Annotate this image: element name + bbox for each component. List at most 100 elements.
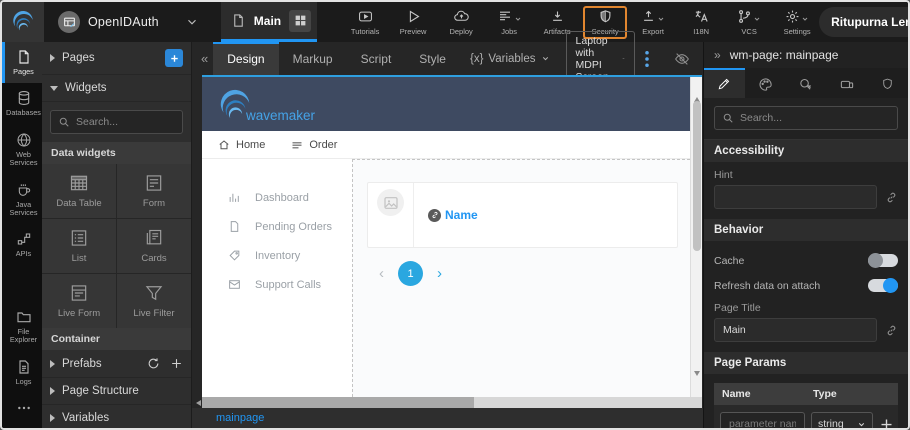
canvas-vertical-scrollbar[interactable] [690,77,702,397]
expand-panel-icon[interactable]: » [714,48,721,62]
vcs-button[interactable]: VCS [727,6,771,39]
accessibility-section-header[interactable]: Accessibility [704,140,908,162]
tutorials-button[interactable]: Tutorials [343,6,387,39]
bind-icon [428,209,441,222]
variables-dropdown[interactable]: {x} Variables [460,53,560,65]
tab-styles[interactable] [745,68,786,98]
chevron-down-icon [857,420,866,429]
chevron-down-icon [657,15,665,23]
chevron-right-icon [50,414,55,422]
refresh-data-toggle[interactable] [868,279,898,292]
tab-markup[interactable]: Markup [279,42,347,75]
widget-data-table[interactable]: Data Table [42,164,116,218]
tab-device[interactable] [826,68,867,98]
property-search[interactable] [714,106,898,130]
tab-script[interactable]: Script [347,42,406,75]
rail-item-file-explorer[interactable]: File Explorer [2,302,42,352]
param-name-input[interactable] [720,412,805,428]
active-page-name[interactable]: mainpage [216,412,264,424]
page-params-section-header[interactable]: Page Params [704,352,908,374]
scroll-up-icon[interactable] [694,80,700,102]
pages-accordion[interactable]: Pages [42,42,191,75]
page-structure-accordion[interactable]: Page Structure [42,378,191,405]
scrollbar-thumb[interactable] [693,101,701,251]
i18n-button[interactable]: I18N [679,6,723,39]
nav-order[interactable]: Order [291,139,337,151]
refresh-icon[interactable] [147,357,160,370]
rail-item-logs[interactable]: Logs [2,352,42,393]
chevron-right-icon [50,54,55,62]
menu-support-calls[interactable]: Support Calls [202,270,352,299]
widget-cards[interactable]: Cards [117,219,191,273]
add-prefab-icon[interactable] [170,357,183,370]
chevron-down-icon [514,15,522,23]
bind-property-icon[interactable] [885,191,898,204]
settings-button[interactable]: Settings [775,6,819,39]
jobs-button[interactable]: Jobs [487,6,531,39]
add-page-button[interactable] [165,49,183,67]
chevron-down-icon[interactable] [185,15,199,29]
widget-live-filter[interactable]: Live Filter [117,274,191,328]
widget-search-input[interactable] [76,116,175,128]
tab-events[interactable] [786,68,827,98]
more-options-icon[interactable] [635,51,659,67]
deploy-button[interactable]: Deploy [439,6,483,39]
rail-item-apis[interactable]: APIs [2,224,42,265]
chevron-down-icon [50,86,58,91]
bind-property-icon[interactable] [885,324,898,337]
list-item-card[interactable]: Name [367,182,678,248]
preview-button[interactable]: Preview [391,6,435,39]
menu-dashboard[interactable]: Dashboard [202,183,352,212]
widget-live-form[interactable]: Live Form [42,274,116,328]
hide-outline-icon[interactable] [667,51,697,67]
behavior-section-header[interactable]: Behavior [704,219,908,241]
page-tab-main[interactable]: Main [221,2,317,42]
widget-list[interactable]: List [42,219,116,273]
project-icon [58,11,80,33]
page-canvas[interactable]: wavemaker Home Order [202,75,702,397]
rail-item-databases[interactable]: Databases [2,83,42,124]
tab-style[interactable]: Style [405,42,460,75]
add-param-button[interactable] [879,417,894,429]
page-title-input[interactable] [714,318,877,342]
property-search-input[interactable] [740,112,890,124]
scroll-down-icon[interactable] [694,371,700,393]
nav-home[interactable]: Home [218,139,265,151]
widget-form[interactable]: Form [117,164,191,218]
widget-search[interactable] [50,110,183,134]
canvas-app-header[interactable]: wavemaker [202,77,690,131]
rail-item-web-services[interactable]: Web Services [2,125,42,175]
menu-inventory[interactable]: Inventory [202,241,352,270]
variables-x-icon: {x} [470,53,483,65]
previous-page-icon[interactable]: ‹ [379,265,384,282]
pages-grid-icon[interactable] [289,10,311,32]
chevron-down-icon [801,15,809,23]
scrollbar-thumb[interactable] [202,397,474,408]
canvas-area: wavemaker Home Order [192,75,703,397]
canvas-page-content[interactable]: Name ‹ 1 › [352,159,690,397]
tab-security[interactable] [867,68,908,98]
wavemaker-logo[interactable] [2,2,44,42]
column-name: Name [714,383,807,405]
current-page[interactable]: 1 [398,261,423,286]
scroll-left-icon[interactable] [196,400,201,406]
export-button[interactable]: Export [631,6,675,39]
rail-item-more[interactable] [2,393,42,428]
collapse-panel-icon[interactable]: « [196,51,213,66]
tab-design[interactable]: Design [213,42,278,75]
param-type-select[interactable]: string [811,412,873,428]
rail-item-pages[interactable]: Pages [2,42,42,83]
tutorials-video-icon [357,9,374,25]
rail-item-java-services[interactable]: Java Services [2,175,42,225]
tab-properties[interactable] [704,68,745,98]
cache-toggle[interactable] [868,254,898,267]
user-menu[interactable]: Ritupurna Lenka RL [819,2,910,42]
widgets-accordion[interactable]: Widgets [42,75,191,102]
canvas-horizontal-scrollbar[interactable] [192,397,703,408]
project-selector[interactable]: OpenIDAuth [44,2,209,42]
menu-pending-orders[interactable]: Pending Orders [202,212,352,241]
prefabs-accordion[interactable]: Prefabs [42,350,191,378]
next-page-icon[interactable]: › [437,265,442,282]
variables-accordion[interactable]: Variables [42,405,191,430]
hint-input[interactable] [714,185,877,209]
